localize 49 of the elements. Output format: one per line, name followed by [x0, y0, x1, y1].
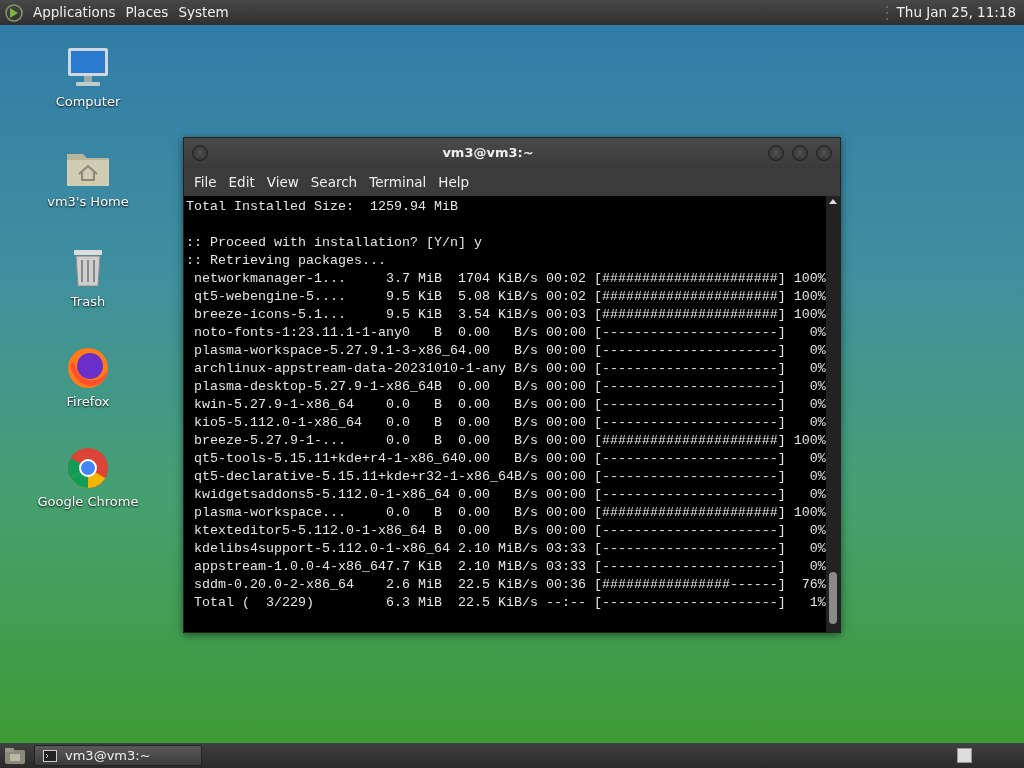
minimize-button[interactable]	[768, 145, 784, 161]
panel-menu[interactable]: Applications	[28, 2, 121, 23]
terminal-line: kdelibs4support-5.112.0-1-x86_64 2.10 MiB/s 03:33 [----------------------] 0%	[193, 540, 826, 558]
terminal-line: sddm-0.20.0-2-x86_64 2.6 MiB 22.5 KiB/s 00:36 [################------] 76%	[193, 576, 826, 594]
menu-item[interactable]: Edit	[222, 171, 261, 193]
window-menu-button[interactable]	[192, 145, 208, 161]
terminal-line: Total Installed Size: 1259.94 MiB	[186, 198, 459, 216]
terminal-line: :: Retrieving packages...	[186, 252, 387, 270]
terminal-line: plasma-workspace... 0.0 B 0.00 B/s 00:00 [######################] 100%	[193, 504, 826, 522]
taskbar-button[interactable]: vm3@vm3:~	[34, 745, 202, 766]
terminal-line: plasma-workspace-5.27.9.1-3-x86_64.00 B/s 00:00 [----------------------] 0%	[193, 342, 826, 360]
panel-menu[interactable]: System	[173, 2, 234, 23]
window-title: vm3@vm3:~	[442, 144, 534, 163]
terminal-line: qt5-tools-5.15.11+kde+r4-1-x86_640.00 B/s 00:00 [----------------------] 0%	[193, 450, 826, 468]
scrollbar[interactable]	[826, 196, 840, 632]
terminal-line: ktexteditor5-5.112.0-1-x86_64 B 0.00 B/s 00:00 [----------------------] 0%	[193, 522, 826, 540]
maximize-button[interactable]	[792, 145, 808, 161]
close-button[interactable]	[816, 145, 832, 161]
menu-item[interactable]: Help	[432, 171, 476, 193]
terminal-line: archlinux-appstream-data-20231010-1-any B/s 00:00 [----------------------] 0%	[193, 360, 826, 378]
menu-item[interactable]: File	[188, 171, 223, 193]
terminal-line: qt5-declarative-5.15.11+kde+r32-1-x86_64B/s 00:00 [----------------------] 0%	[193, 468, 826, 486]
terminal-line: qt5-webengine-5.... 9.5 KiB 5.08 KiB/s 00:02 [######################] 100%	[193, 288, 826, 306]
terminal-line: Total ( 3/229) 6.3 MiB 22.5 KiB/s --:-- [----------------------] 1%	[193, 594, 826, 612]
panel-menu[interactable]: Places	[120, 2, 174, 23]
panel-logo-icon[interactable]	[4, 2, 24, 23]
terminal-line: breeze-5.27.9-1-... 0.0 B 0.00 B/s 00:00 [######################] 100%	[193, 432, 826, 450]
terminal-line: kio5-5.112.0-1-x86_64 0.0 B 0.00 B/s 00:00 [----------------------] 0%	[193, 414, 826, 432]
terminal-line: kwin-5.27.9-1-x86_64 0.0 B 0.00 B/s 00:00 [----------------------] 0%	[193, 396, 826, 414]
clock[interactable]: Thu Jan 25, 11:18	[896, 2, 1020, 23]
menu-item[interactable]: Search	[304, 171, 364, 193]
terminal-line: :: Proceed with installation? [Y/n] y	[186, 234, 483, 252]
menu-item[interactable]: Terminal	[363, 171, 433, 193]
desktop-icon-label[interactable]: Computer	[55, 92, 121, 112]
show-desktop-icon[interactable]	[4, 746, 26, 765]
terminal-line: plasma-desktop-5.27.9-1-x86_64B 0.00 B/s 00:00 [----------------------] 0%	[193, 378, 826, 396]
desktop-icon-label[interactable]: vm3's Home	[47, 192, 129, 212]
task-label: vm3@vm3:~	[65, 746, 151, 765]
terminal-line: breeze-icons-5.1... 9.5 KiB 3.54 KiB/s 00:03 [######################] 100%	[193, 306, 826, 324]
terminal-line: kwidgetsaddons5-5.112.0-1-x86_64 0.00 B/s 00:00 [----------------------] 0%	[193, 486, 826, 504]
handle-icon	[884, 4, 889, 21]
terminal-icon	[43, 749, 57, 762]
menu-item[interactable]: View	[260, 171, 305, 193]
terminal-line: networkmanager-1... 3.7 MiB 1704 KiB/s 00:02 [######################] 100%	[193, 270, 826, 288]
desktop-icon-label[interactable]: Trash	[70, 292, 106, 312]
terminal-line: appstream-1.0.0-4-x86_647.7 KiB 2.10 MiB/s 03:33 [----------------------] 0%	[193, 558, 826, 576]
workspace-switcher[interactable]	[957, 748, 972, 763]
terminal-line: noto-fonts-1:23.11.1-1-any0 B 0.00 B/s 00:00 [----------------------] 0%	[193, 324, 826, 342]
scrollbar-thumb[interactable]	[829, 572, 837, 624]
